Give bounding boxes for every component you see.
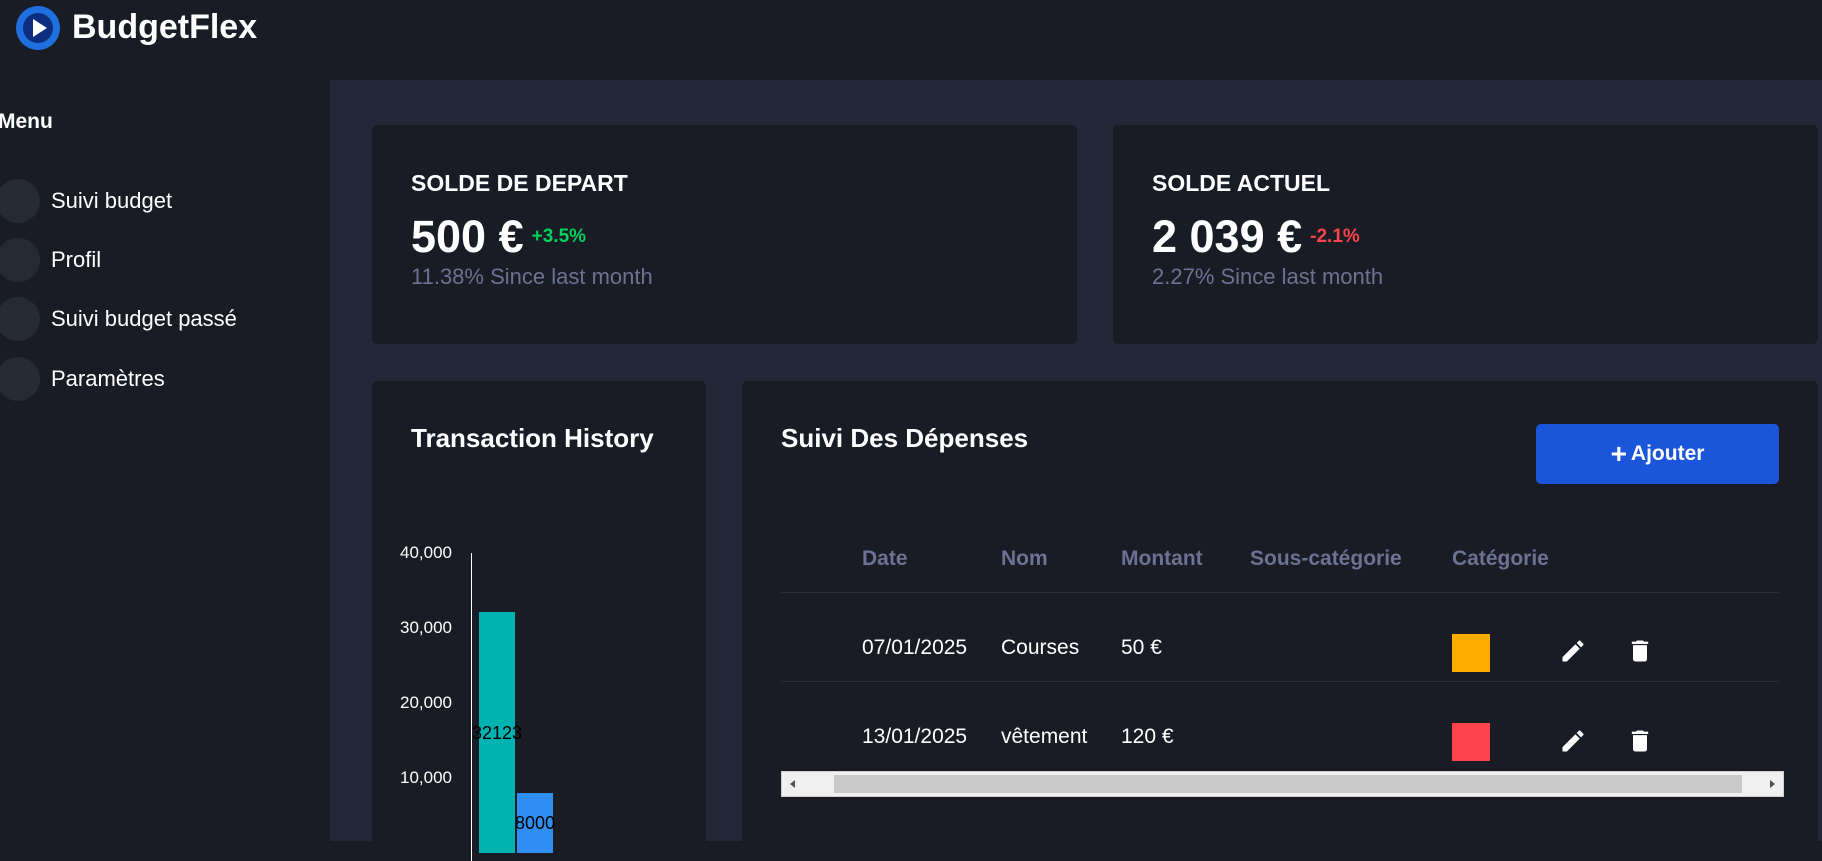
bar-value-label: 32123: [471, 722, 523, 743]
app-header: BudgetFlex: [0, 0, 1822, 80]
trash-icon[interactable]: [1626, 637, 1654, 665]
trash-icon[interactable]: [1626, 727, 1654, 755]
scroll-right-arrow-icon[interactable]: [1761, 772, 1783, 796]
stat-amount: 500 €: [411, 211, 524, 262]
stat-title: SOLDE DE DEPART: [411, 170, 628, 196]
column-header-nom[interactable]: Nom: [1001, 547, 1048, 571]
plus-icon: +: [1610, 438, 1627, 469]
scrollbar-thumb[interactable]: [834, 775, 1742, 793]
stat-card-solde-actuel: SOLDE ACTUEL 2 039 € -2.1% 2.27% Since la…: [1113, 125, 1818, 344]
stat-amount: 2 039 €: [1152, 211, 1303, 262]
nav-icon: [0, 357, 40, 401]
sidebar-item-suivi-budget-passe[interactable]: Suivi budget passé: [0, 288, 320, 348]
row-divider: [781, 592, 1779, 593]
cell-date: 13/01/2025: [862, 725, 968, 748]
main-content: SOLDE DE DEPART 500 € +3.5% 11.38% Since …: [330, 80, 1822, 861]
expenses-card: Suivi Des Dépenses + Ajouter Date Nom Mo…: [742, 381, 1818, 861]
cell-montant: 50 €: [1121, 636, 1162, 659]
sidebar-item-label: Paramètres: [51, 366, 165, 391]
category-swatch: [1452, 634, 1490, 672]
stat-card-solde-depart: SOLDE DE DEPART 500 € +3.5% 11.38% Since …: [372, 125, 1077, 344]
column-header-montant[interactable]: Montant: [1121, 547, 1203, 571]
category-swatch: [1452, 723, 1490, 761]
cell-montant: 120 €: [1121, 725, 1174, 748]
transaction-chart: 40,000 30,000 20,000 10,000 32123 8000: [372, 381, 706, 861]
brand-name[interactable]: BudgetFlex: [72, 8, 257, 47]
table-horizontal-scrollbar[interactable]: [781, 771, 1784, 797]
cell-nom: vêtement: [1001, 725, 1088, 748]
sidebar-item-label: Suivi budget: [51, 188, 173, 213]
stat-value: 2 039 € -2.1%: [1152, 211, 1360, 263]
column-header-sous-categorie[interactable]: Sous-catégorie: [1250, 547, 1402, 571]
sidebar-item-suivi-budget[interactable]: Suivi budget: [0, 170, 320, 230]
sidebar-item-label: Suivi budget passé: [51, 306, 237, 331]
sidebar-title: Menu: [0, 110, 53, 133]
nav-icon: [0, 297, 40, 341]
edit-icon[interactable]: [1559, 637, 1587, 665]
sidebar: Menu Suivi budget Profil Suivi budget pa…: [0, 80, 330, 841]
nav-icon: [0, 179, 40, 223]
y-tick-label: 10,000: [400, 768, 452, 787]
add-button-label: Ajouter: [1630, 442, 1705, 465]
stat-title: SOLDE ACTUEL: [1152, 170, 1331, 196]
scroll-left-arrow-icon[interactable]: [782, 772, 804, 796]
column-header-date[interactable]: Date: [862, 547, 908, 571]
stat-value: 500 € +3.5%: [411, 211, 586, 263]
transaction-history-card: Transaction History 40,000 30,000 20,000…: [372, 381, 706, 861]
stat-subtext: 2.27% Since last month: [1152, 264, 1384, 289]
sidebar-item-label: Profil: [51, 247, 102, 272]
y-tick-label: 20,000: [400, 693, 452, 712]
card-title: Suivi Des Dépenses: [781, 423, 1029, 453]
column-header-categorie[interactable]: Catégorie: [1452, 547, 1549, 571]
nav-icon: [0, 238, 40, 282]
stat-subtext: 11.38% Since last month: [411, 264, 653, 289]
cell-date: 07/01/2025: [862, 636, 968, 659]
y-axis-line: [471, 553, 472, 861]
edit-icon[interactable]: [1559, 727, 1587, 755]
stat-change: +3.5%: [531, 226, 587, 247]
stat-change: -2.1%: [1310, 226, 1360, 247]
logo-icon: [16, 6, 60, 50]
cell-nom: Courses: [1001, 636, 1080, 659]
y-tick-label: 30,000: [400, 618, 452, 637]
y-tick-label: 40,000: [400, 543, 452, 562]
sidebar-item-profil[interactable]: Profil: [0, 229, 320, 289]
sidebar-item-parametres[interactable]: Paramètres: [0, 348, 320, 408]
row-divider: [781, 681, 1779, 682]
bar-value-label: 8000: [514, 813, 556, 833]
add-expense-button[interactable]: + Ajouter: [1536, 424, 1779, 484]
